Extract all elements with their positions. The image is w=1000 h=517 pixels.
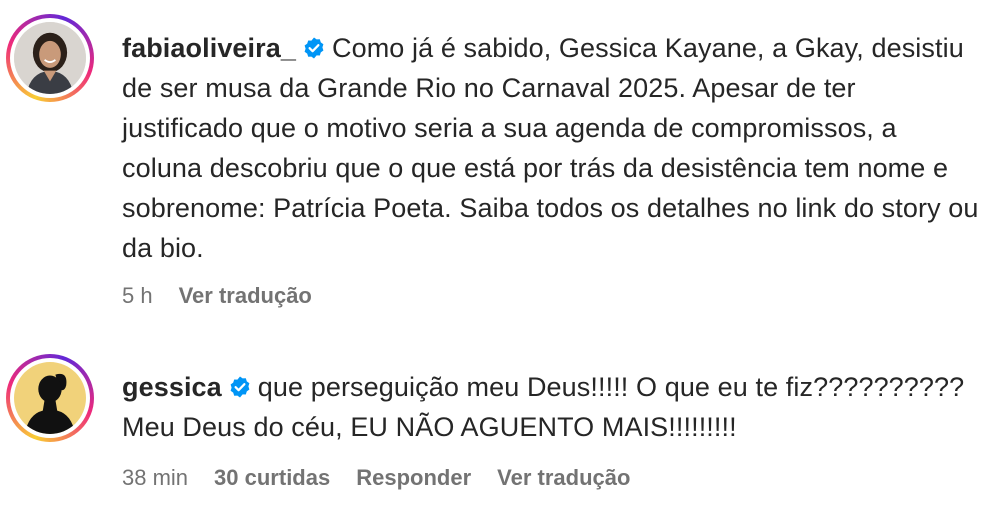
verified-badge-icon: [304, 37, 324, 59]
avatar: [14, 362, 86, 434]
translate-link[interactable]: Ver tradução: [179, 283, 312, 308]
comment-username[interactable]: gessica: [122, 372, 222, 402]
avatar: [14, 22, 86, 94]
comment-timestamp[interactable]: 5 h: [122, 283, 153, 308]
comment-text: Como já é sabido, Gessica Kayane, a Gkay…: [122, 33, 979, 263]
reply-button[interactable]: Responder: [356, 465, 471, 490]
verified-badge-icon: [230, 376, 250, 398]
comment-meta: 5 h Ver tradução: [122, 283, 338, 309]
comment-body: fabiaoliveira_ Como já é sabido, Gessica …: [122, 28, 982, 268]
comment-timestamp[interactable]: 38 min: [122, 465, 188, 490]
translate-link[interactable]: Ver tradução: [497, 465, 630, 490]
avatar-story-ring[interactable]: [6, 14, 94, 102]
comment-body: gessica que perseguição meu Deus!!!!! O q…: [122, 367, 982, 447]
comment-meta: 38 min 30 curtidas Responder Ver tradução: [122, 465, 656, 491]
likes-count-link[interactable]: 30 curtidas: [214, 465, 330, 490]
comment-username[interactable]: fabiaoliveira_: [122, 33, 296, 63]
avatar-story-ring[interactable]: [6, 354, 94, 442]
